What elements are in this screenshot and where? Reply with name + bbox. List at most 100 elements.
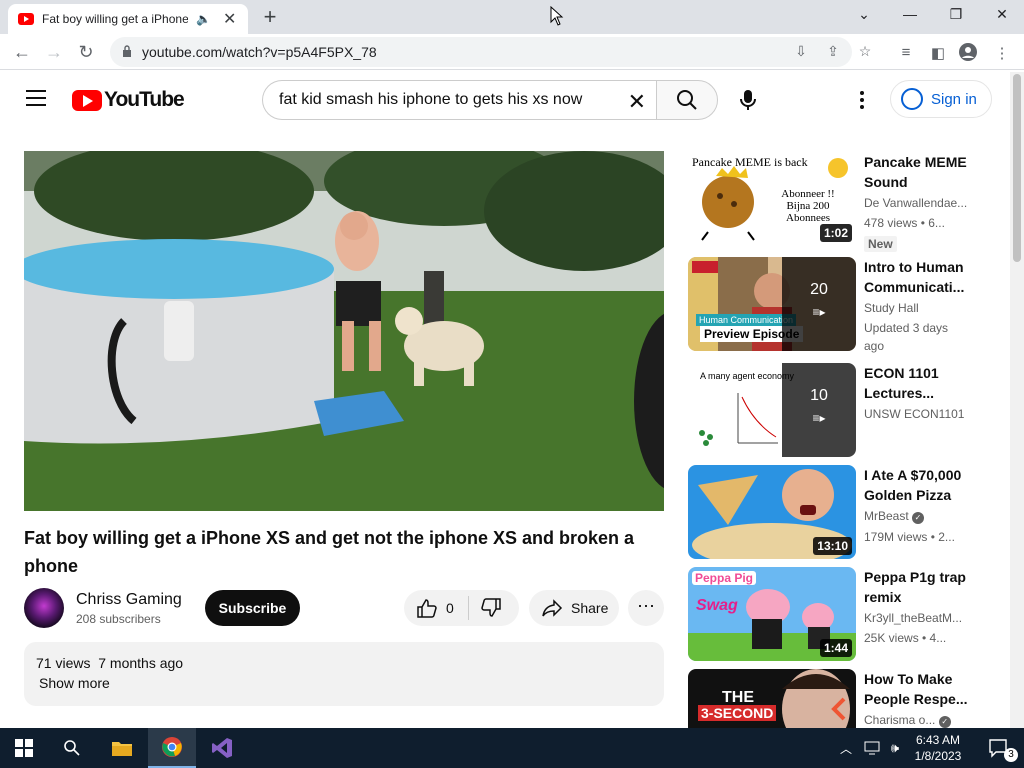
profile-icon[interactable] [958, 42, 978, 62]
reload-button[interactable]: ↻ [74, 40, 98, 64]
system-clock[interactable]: 6:43 AM 1/8/2023 [904, 732, 972, 764]
channel-name[interactable]: Study Hall [864, 301, 968, 315]
page-scrollbar[interactable] [1010, 72, 1024, 728]
playlist-icon: ≡▸ [812, 305, 826, 319]
related-video-item[interactable]: Peppa Pig Swag 1:44 Peppa P1g trap remix… [688, 567, 994, 661]
media-control-icon[interactable]: ≡ [896, 44, 916, 64]
scrollbar-thumb[interactable] [1013, 74, 1021, 262]
clear-search-icon[interactable]: ✕ [628, 89, 646, 115]
video-title[interactable]: Intro to Human Communicati... [864, 257, 968, 297]
related-video-item[interactable]: Human Communication Preview Episode 20 ≡… [688, 257, 994, 353]
side-panel-icon[interactable]: ◧ [928, 44, 948, 64]
video-title[interactable]: Pancake MEME Sound effects... [864, 152, 968, 192]
video-title[interactable]: ECON 1101 Lectures... [864, 363, 968, 403]
share-page-icon[interactable]: ⇪ [824, 43, 842, 61]
upload-age: 7 months ago [98, 655, 184, 671]
video-title[interactable]: Peppa P1g trap remix [864, 567, 968, 607]
sign-in-button[interactable]: Sign in [890, 80, 992, 118]
related-video-item[interactable]: A many agent economy 10 ≡▸ ECON 1101 Lec… [688, 363, 994, 457]
share-button[interactable]: Share [529, 590, 619, 626]
verified-icon: ✓ [938, 716, 951, 728]
visual-studio-button[interactable] [198, 728, 246, 768]
related-video-item[interactable]: Pancake MEME is back Abonneer !! Bijna 2… [688, 152, 994, 252]
playlist-icon: ≡▸ [812, 411, 826, 425]
share-icon [542, 599, 563, 617]
forward-button[interactable]: → [42, 40, 66, 64]
video-info: Peppa P1g trap remix Kr3yll_theBeatM... … [864, 567, 968, 647]
restore-button[interactable]: ❐ [944, 6, 968, 26]
search-box[interactable]: fat kid smash his iphone to gets his xs … [262, 80, 656, 120]
voice-search-button[interactable] [730, 82, 766, 118]
lock-icon [123, 45, 131, 57]
video-thumbnail[interactable]: Peppa Pig Swag 1:44 [688, 567, 856, 661]
channel-name[interactable]: Chriss Gaming [76, 591, 182, 609]
close-window-button[interactable]: ✕ [990, 6, 1014, 26]
browser-menu-icon[interactable]: ⋮ [992, 44, 1012, 64]
search-button[interactable] [656, 80, 718, 120]
thumbnail-title-text: Pancake MEME is back [692, 155, 808, 169]
playlist-count-overlay: 10 ≡▸ [782, 363, 856, 457]
playlist-thumbnail[interactable]: Human Communication Preview Episode 20 ≡… [688, 257, 856, 351]
playlist-count-overlay: 20 ≡▸ [782, 257, 856, 351]
share-label: Share [571, 600, 609, 616]
like-count: 0 [446, 600, 454, 616]
new-tab-button[interactable]: + [258, 4, 282, 30]
visual-studio-icon [212, 738, 232, 758]
taskbar-search-button[interactable] [48, 728, 96, 768]
video-title[interactable]: I Ate A $70,000 Golden Pizza [864, 465, 968, 505]
youtube-logo[interactable]: YouTube [72, 88, 185, 112]
hamburger-menu-icon[interactable] [26, 90, 46, 106]
thumbnail-label: A many agent economy [700, 371, 795, 381]
settings-more-icon[interactable] [852, 86, 872, 114]
minimize-button[interactable]: — [898, 6, 922, 26]
browser-tab[interactable]: Fat boy willing get a iPhone XS 🔈 ✕ [8, 4, 248, 34]
channel-name[interactable]: De Vanwallendae... [864, 196, 968, 210]
channel-name[interactable]: Kr3yll_theBeatM... [864, 611, 968, 625]
thumbnail-label-swag: Swag [696, 597, 738, 614]
playlist-count: 20 [810, 281, 828, 298]
playlist-count: 10 [810, 387, 828, 404]
address-bar[interactable]: youtube.com/watch?v=p5A4F5PX_78 ⇩ ⇪ ☆ [110, 37, 871, 67]
video-info: How To Make People Respe... Charisma o..… [864, 669, 968, 728]
tab-search-icon[interactable]: ⌄ [852, 6, 876, 26]
video-thumbnail[interactable]: THE 3-SECOND [688, 669, 856, 729]
channel-name[interactable]: Charisma o... ✓ [864, 713, 968, 728]
account-icon [901, 88, 923, 110]
file-explorer-button[interactable] [98, 728, 146, 768]
start-button[interactable] [0, 728, 48, 768]
windows-taskbar: ︿ 🕪 6:43 AM 1/8/2023 3 [0, 728, 1024, 768]
more-actions-button[interactable]: ⋯ [628, 590, 664, 626]
channel-avatar[interactable] [24, 588, 64, 628]
bookmark-star-icon[interactable]: ☆ [856, 43, 874, 61]
channel-name[interactable]: UNSW ECON1101 [864, 407, 968, 421]
show-more-link[interactable]: Show more [39, 675, 110, 691]
install-icon[interactable]: ⇩ [792, 43, 810, 61]
like-button[interactable]: 0 [416, 598, 454, 618]
close-tab-icon[interactable]: ✕ [223, 9, 236, 29]
channel-name[interactable]: MrBeast ✓ [864, 509, 968, 524]
video-info: Pancake MEME Sound effects... De Vanwall… [864, 152, 968, 253]
new-badge: New [864, 236, 897, 252]
related-video-item[interactable]: 13:10 I Ate A $70,000 Golden Pizza MrBea… [688, 465, 994, 559]
chrome-icon [162, 737, 182, 757]
audio-playing-icon[interactable]: 🔈 [196, 12, 211, 26]
video-thumbnail[interactable]: 13:10 [688, 465, 856, 559]
subscribe-button[interactable]: Subscribe [205, 590, 300, 626]
show-hidden-icons-button[interactable]: ︿ [832, 728, 860, 768]
action-center-button[interactable]: 3 [976, 728, 1024, 768]
video-title[interactable]: How To Make People Respe... [864, 669, 968, 709]
playlist-thumbnail[interactable]: A many agent economy 10 ≡▸ [688, 363, 856, 457]
thumbnail-label-sub: 3-SECOND [698, 705, 777, 721]
channel-name-text: Charisma o... [864, 713, 936, 727]
video-player[interactable] [24, 151, 664, 511]
dislike-button[interactable] [480, 598, 502, 618]
clock-time: 6:43 AM [915, 733, 961, 747]
search-input[interactable]: fat kid smash his iphone to gets his xs … [279, 91, 582, 109]
description-box[interactable]: 71 views 7 months ago Show more [24, 642, 664, 706]
video-thumbnail[interactable]: Pancake MEME is back Abonneer !! Bijna 2… [688, 152, 856, 246]
back-button[interactable]: ← [10, 40, 34, 64]
related-video-item[interactable]: THE 3-SECOND How To Make People Respe...… [688, 669, 994, 729]
like-dislike-group: 0 [404, 590, 519, 626]
video-frame [24, 151, 664, 511]
chrome-taskbar-button[interactable] [148, 728, 196, 768]
